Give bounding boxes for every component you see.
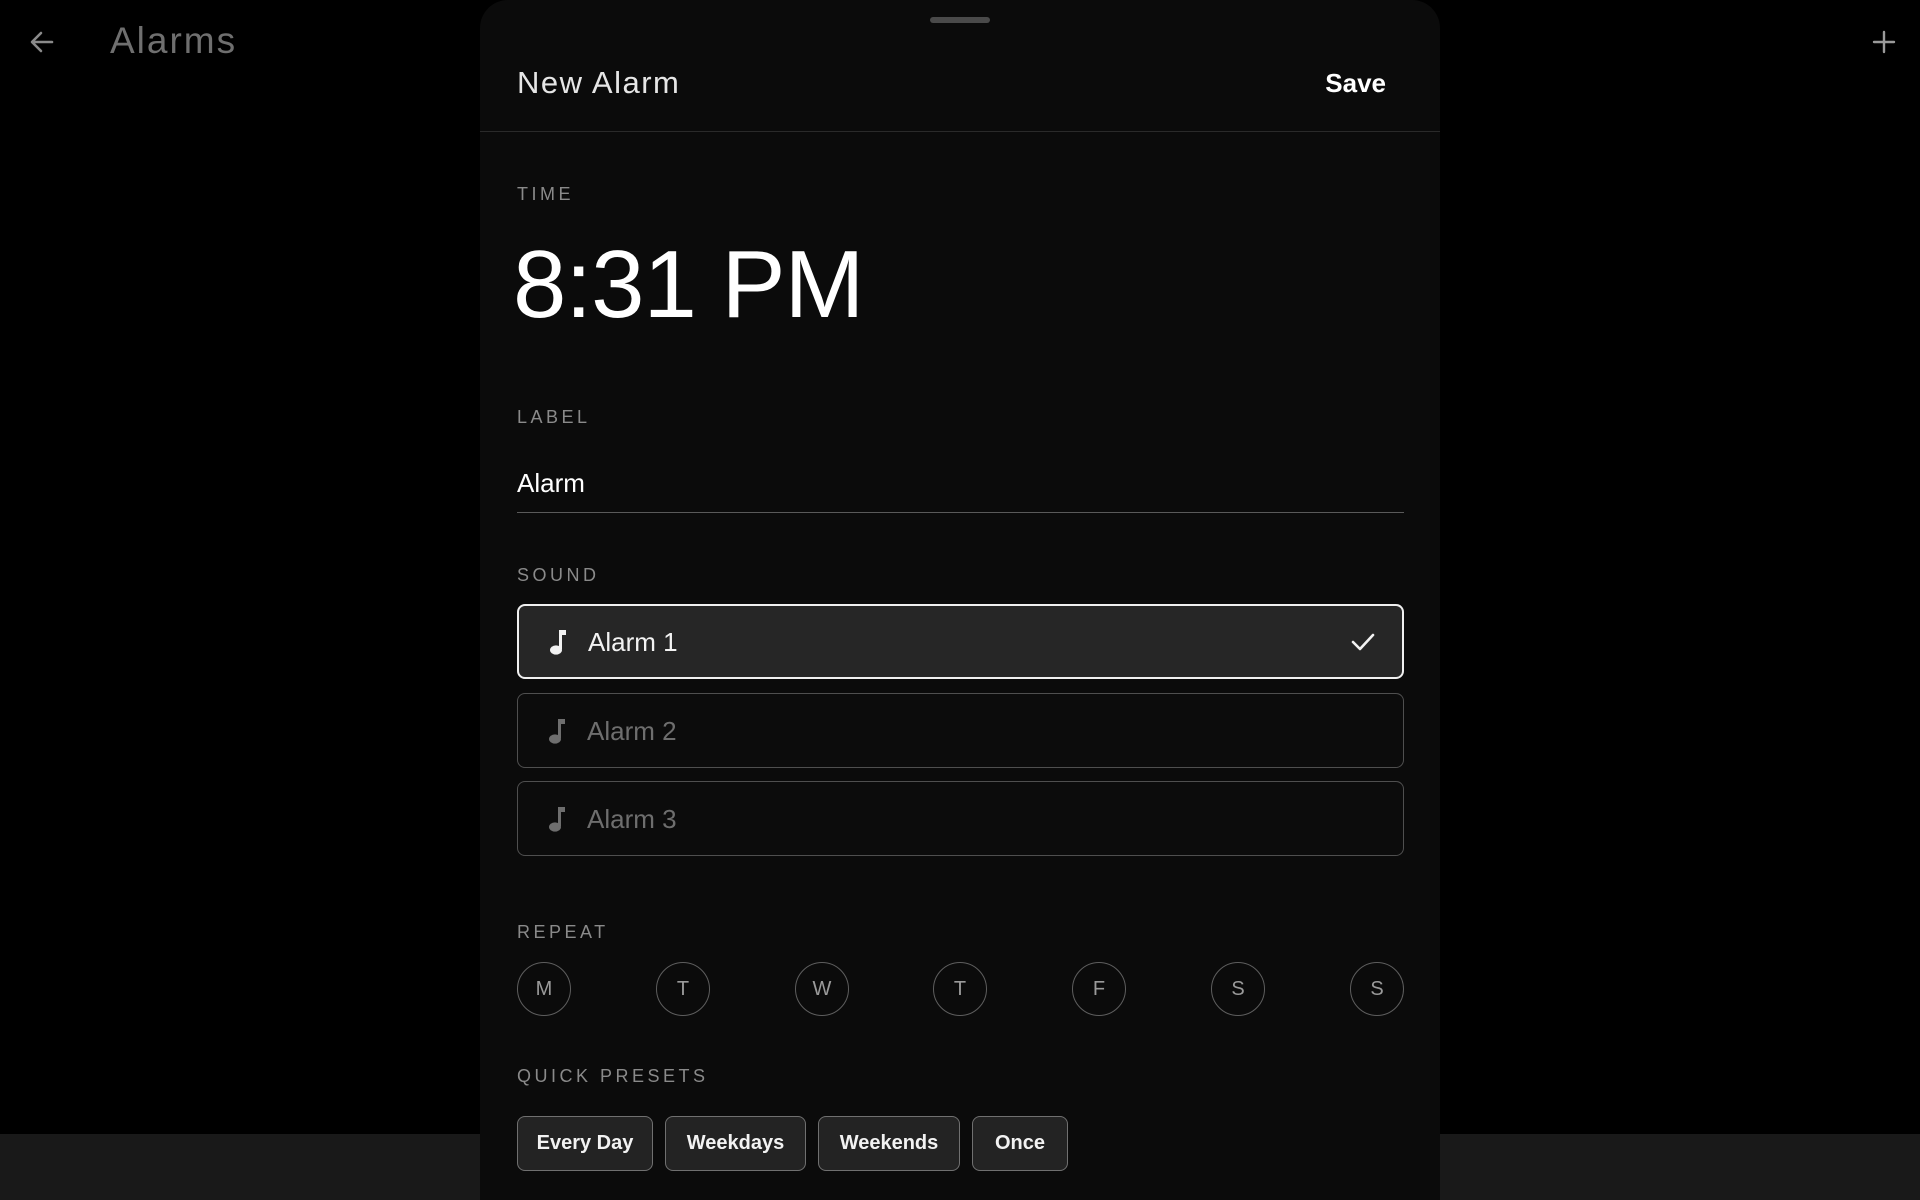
arrow-left-icon	[30, 31, 54, 53]
sheet-header: New Alarm Save	[480, 0, 1440, 132]
repeat-day-wednesday[interactable]: W	[795, 962, 849, 1016]
presets-section-label: QUICK PRESETS	[517, 1066, 709, 1086]
repeat-day-saturday[interactable]: S	[1211, 962, 1265, 1016]
repeat-day-sunday[interactable]: S	[1350, 962, 1404, 1016]
back-button[interactable]	[22, 22, 62, 62]
sound-section-label: SOUND	[517, 565, 600, 585]
plus-icon	[1872, 30, 1896, 54]
time-section-label: TIME	[517, 184, 574, 204]
preset-once-button[interactable]: Once	[972, 1116, 1068, 1171]
sheet-title: New Alarm	[517, 65, 681, 100]
preset-weekdays-button[interactable]: Weekdays	[665, 1116, 806, 1171]
music-note-icon	[549, 806, 565, 832]
sound-option-alarm-1[interactable]: Alarm 1	[517, 604, 1404, 679]
add-alarm-button[interactable]	[1864, 22, 1904, 62]
page-title: Alarms	[110, 20, 238, 61]
time-picker-display[interactable]: 8:31 PM	[513, 225, 865, 345]
check-icon	[1351, 633, 1375, 650]
music-note-icon	[549, 718, 565, 744]
preset-weekends-button[interactable]: Weekends	[818, 1116, 960, 1171]
repeat-day-monday[interactable]: M	[517, 962, 571, 1016]
repeat-day-thursday[interactable]: T	[933, 962, 987, 1016]
repeat-day-friday[interactable]: F	[1072, 962, 1126, 1016]
repeat-day-tuesday[interactable]: T	[656, 962, 710, 1016]
new-alarm-sheet: New Alarm Save TIME 8:31 PM LABEL SOUND …	[480, 0, 1440, 1200]
alarm-label-input[interactable]	[517, 455, 1404, 513]
preset-every-day-button[interactable]: Every Day	[517, 1116, 653, 1171]
save-button[interactable]: Save	[1325, 64, 1386, 102]
sound-option-alarm-2[interactable]: Alarm 2	[517, 693, 1404, 768]
sound-option-label: Alarm 1	[588, 626, 678, 657]
sound-option-label: Alarm 3	[587, 803, 677, 834]
repeat-section-label: REPEAT	[517, 922, 609, 942]
music-note-icon	[550, 629, 566, 655]
sound-option-label: Alarm 2	[587, 715, 677, 746]
label-section-label: LABEL	[517, 407, 591, 427]
sound-option-alarm-3[interactable]: Alarm 3	[517, 781, 1404, 856]
